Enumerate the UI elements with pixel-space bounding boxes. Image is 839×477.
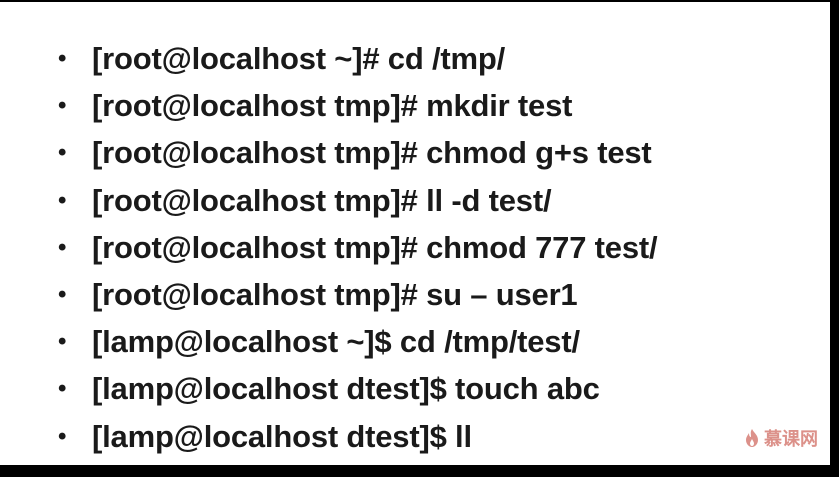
flame-logo-icon bbox=[744, 428, 760, 448]
command-line: [root@localhost tmp]# chmod g+s test bbox=[92, 135, 652, 171]
watermark: 慕课网 bbox=[744, 425, 818, 451]
bullet: • bbox=[58, 139, 67, 167]
command-line: [root@localhost tmp]# chmod 777 test/ bbox=[92, 229, 658, 265]
bullet: • bbox=[58, 422, 67, 450]
bottom-border bbox=[0, 465, 839, 477]
command-line: [lamp@localhost ~]$ cd /tmp/test/ bbox=[92, 324, 580, 360]
bullet: • bbox=[58, 45, 67, 72]
bullet: • bbox=[58, 375, 67, 403]
command-line: [lamp@localhost dtest]$ ll bbox=[92, 418, 472, 454]
bullet: • bbox=[58, 233, 67, 261]
bullet: • bbox=[58, 92, 67, 120]
command-line: [root@localhost tmp]# su – user1 bbox=[92, 276, 578, 312]
bullet: • bbox=[58, 328, 67, 356]
bullet: • bbox=[58, 280, 67, 308]
bullet: • bbox=[58, 186, 67, 214]
command-line: [root@localhost ~]# cd /tmp/ bbox=[92, 41, 506, 76]
screen-frame: • [root@localhost ~]# cd /tmp/ • [root@l… bbox=[0, 0, 839, 477]
command-line: [root@localhost tmp]# mkdir test bbox=[92, 88, 573, 124]
slide: • [root@localhost ~]# cd /tmp/ • [root@l… bbox=[0, 2, 830, 465]
command-line: [lamp@localhost dtest]$ touch abc bbox=[92, 371, 600, 407]
right-border bbox=[830, 0, 839, 477]
command-line: [root@localhost tmp]# ll -d test/ bbox=[92, 182, 552, 218]
watermark-text: 慕课网 bbox=[764, 429, 818, 450]
